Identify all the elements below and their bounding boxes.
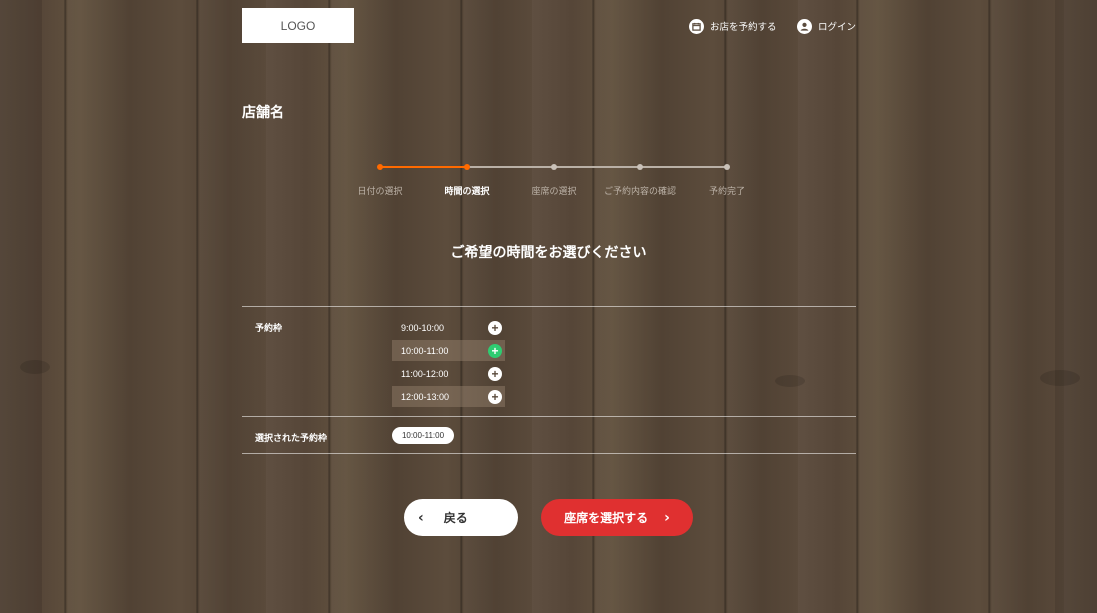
divider bbox=[242, 306, 856, 307]
stepper-line-done bbox=[380, 166, 467, 168]
logo[interactable]: LOGO bbox=[242, 8, 354, 43]
reserve-link-label: お店を予約する bbox=[710, 22, 777, 33]
selected-slot-chip: 10:00-11:00 bbox=[392, 427, 454, 444]
chevron-right-icon: › bbox=[664, 509, 670, 526]
wood-knot bbox=[775, 375, 805, 387]
step-label-confirm: ご予約内容の確認 bbox=[603, 187, 677, 197]
step-label-seat: 座席の選択 bbox=[531, 187, 577, 197]
wood-knot bbox=[1040, 370, 1080, 386]
background-shade bbox=[0, 0, 42, 613]
calendar-icon bbox=[689, 18, 704, 34]
step-dot bbox=[724, 164, 730, 170]
login-link[interactable]: ログイン bbox=[797, 16, 856, 36]
time-slot[interactable]: 9:00-10:00 + bbox=[392, 317, 505, 338]
plus-icon[interactable]: + bbox=[488, 366, 502, 381]
plus-icon[interactable]: + bbox=[488, 320, 502, 335]
user-icon bbox=[797, 18, 812, 34]
step-dot bbox=[637, 164, 643, 170]
progress-stepper: 日付の選択 時間の選択 座席の選択 ご予約内容の確認 予約完了 bbox=[340, 160, 770, 200]
back-button-label: 戻る bbox=[443, 511, 468, 525]
step-dot bbox=[551, 164, 557, 170]
select-seat-button-label: 座席を選択する bbox=[564, 511, 649, 525]
stepper-line-pending bbox=[467, 166, 727, 168]
chevron-left-icon: ‹ bbox=[418, 509, 424, 526]
plus-icon[interactable]: + bbox=[488, 389, 502, 404]
step-label-time: 時間の選択 bbox=[444, 187, 490, 197]
time-slot[interactable]: 10:00-11:00 + bbox=[392, 340, 505, 361]
time-slot-label: 10:00-11:00 bbox=[401, 345, 449, 356]
page-headline: ご希望の時間をお選びください bbox=[450, 245, 647, 261]
store-name: 店舗名 bbox=[242, 105, 284, 121]
time-slot[interactable]: 12:00-13:00 + bbox=[392, 386, 505, 407]
step-dot bbox=[464, 164, 470, 170]
time-slot-label: 9:00-10:00 bbox=[401, 322, 445, 333]
slots-label: 予約枠 bbox=[255, 324, 283, 334]
back-button[interactable]: ‹ 戻る bbox=[404, 499, 518, 536]
step-label-complete: 予約完了 bbox=[708, 187, 746, 197]
plus-icon[interactable]: + bbox=[488, 343, 502, 358]
wood-knot bbox=[20, 360, 50, 374]
step-label-date: 日付の選択 bbox=[357, 187, 403, 197]
time-slot[interactable]: 11:00-12:00 + bbox=[392, 363, 505, 384]
login-link-label: ログイン bbox=[818, 22, 857, 33]
divider bbox=[242, 416, 856, 417]
time-slot-label: 11:00-12:00 bbox=[401, 368, 449, 379]
select-seat-button[interactable]: 座席を選択する › bbox=[541, 499, 693, 536]
selected-slot-label: 選択された予約枠 bbox=[255, 434, 328, 444]
time-slot-label: 12:00-13:00 bbox=[401, 391, 450, 402]
step-dot bbox=[377, 164, 383, 170]
reserve-link[interactable]: お店を予約する bbox=[689, 16, 777, 36]
divider bbox=[242, 453, 856, 454]
background-shade bbox=[1055, 0, 1097, 613]
